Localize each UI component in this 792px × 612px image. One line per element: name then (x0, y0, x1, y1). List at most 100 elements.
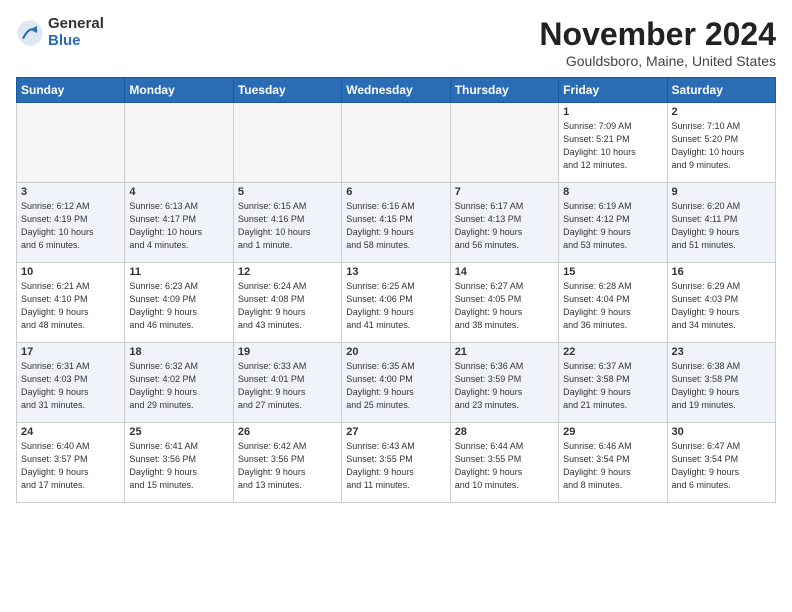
day-number: 20 (346, 346, 445, 358)
page-header: General Blue November 2024 Gouldsboro, M… (16, 16, 776, 69)
calendar-day-cell: 27Sunrise: 6:43 AM Sunset: 3:55 PM Dayli… (342, 423, 450, 503)
logo: General Blue (16, 16, 104, 49)
day-number: 18 (129, 346, 228, 358)
calendar-day-cell: 30 Sunrise: 6:47 AM Sunset: 3:54 PM Dayli… (667, 423, 775, 503)
calendar-day-cell: 6 Sunrise: 6:16 AM Sunset: 4:15 PM Daylig… (342, 183, 450, 263)
day-number: 5 (238, 186, 337, 198)
day-number: 28 (455, 426, 554, 438)
calendar-day-cell: 15 Sunrise: 6:28 AM Sunset: 4:04 PM Dayli… (559, 263, 667, 343)
day-number: 19 (238, 346, 337, 358)
weekday-header-saturday: Saturday (667, 78, 775, 103)
day-number: 10 (21, 266, 120, 278)
calendar-day-cell: 22 Sunrise: 6:37 AM Sunset: 3:58 PM Dayli… (559, 343, 667, 423)
day-number: 9 (672, 186, 771, 198)
calendar-day-cell: 24 Sunrise: 6:40 AM Sunset: 3:57 PM Dayli… (17, 423, 125, 503)
day-number: 11 (129, 266, 228, 278)
day-info: Sunrise: 6:13 AM Sunset: 4:17 PM Dayligh… (129, 200, 228, 252)
calendar-day-cell (342, 103, 450, 183)
calendar-day-cell: 19 Sunrise: 6:33 AM Sunset: 4:01 PM Dayli… (233, 343, 341, 423)
day-info: Sunrise: 6:37 AM Sunset: 3:58 PM Dayligh… (563, 360, 662, 412)
weekday-header-tuesday: Tuesday (233, 78, 341, 103)
calendar-week-row: 3Sunrise: 6:12 AM Sunset: 4:19 PM Daylig… (17, 183, 776, 263)
day-number: 2 (672, 106, 771, 118)
day-info: Sunrise: 6:31 AM Sunset: 4:03 PM Dayligh… (21, 360, 120, 412)
day-info: Sunrise: 6:21 AM Sunset: 4:10 PM Dayligh… (21, 280, 120, 332)
day-info: Sunrise: 6:36 AM Sunset: 3:59 PM Dayligh… (455, 360, 554, 412)
calendar-day-cell: 17 Sunrise: 6:31 AM Sunset: 4:03 PM Dayli… (17, 343, 125, 423)
day-info: Sunrise: 6:46 AM Sunset: 3:54 PM Dayligh… (563, 440, 662, 492)
calendar-table: SundayMondayTuesdayWednesdayThursdayFrid… (16, 77, 776, 503)
calendar-day-cell: 1 Sunrise: 7:09 AM Sunset: 5:21 PM Daylig… (559, 103, 667, 183)
calendar-day-cell: 8Sunrise: 6:19 AM Sunset: 4:12 PM Daylig… (559, 183, 667, 263)
calendar-day-cell: 2 Sunrise: 7:10 AM Sunset: 5:20 PM Daylig… (667, 103, 775, 183)
title-block: November 2024 Gouldsboro, Maine, United … (539, 16, 776, 69)
day-info: Sunrise: 7:09 AM Sunset: 5:21 PM Dayligh… (563, 120, 662, 172)
calendar-day-cell: 4 Sunrise: 6:13 AM Sunset: 4:17 PM Daylig… (125, 183, 233, 263)
day-info: Sunrise: 6:40 AM Sunset: 3:57 PM Dayligh… (21, 440, 120, 492)
day-info: Sunrise: 6:16 AM Sunset: 4:15 PM Dayligh… (346, 200, 445, 252)
day-info: Sunrise: 6:41 AM Sunset: 3:56 PM Dayligh… (129, 440, 228, 492)
day-number: 21 (455, 346, 554, 358)
weekday-header-friday: Friday (559, 78, 667, 103)
day-number: 14 (455, 266, 554, 278)
day-info: Sunrise: 6:28 AM Sunset: 4:04 PM Dayligh… (563, 280, 662, 332)
weekday-header-monday: Monday (125, 78, 233, 103)
calendar-day-cell: 11 Sunrise: 6:23 AM Sunset: 4:09 PM Dayli… (125, 263, 233, 343)
calendar-day-cell: 26 Sunrise: 6:42 AM Sunset: 3:56 PM Dayli… (233, 423, 341, 503)
day-number: 15 (563, 266, 662, 278)
day-number: 23 (672, 346, 771, 358)
location: Gouldsboro, Maine, United States (539, 53, 776, 69)
calendar-day-cell: 29 Sunrise: 6:46 AM Sunset: 3:54 PM Dayli… (559, 423, 667, 503)
calendar-day-cell: 5Sunrise: 6:15 AM Sunset: 4:16 PM Daylig… (233, 183, 341, 263)
day-info: Sunrise: 6:27 AM Sunset: 4:05 PM Dayligh… (455, 280, 554, 332)
day-info: Sunrise: 6:42 AM Sunset: 3:56 PM Dayligh… (238, 440, 337, 492)
day-info: Sunrise: 6:35 AM Sunset: 4:00 PM Dayligh… (346, 360, 445, 412)
day-number: 22 (563, 346, 662, 358)
calendar-day-cell (125, 103, 233, 183)
month-title: November 2024 (539, 16, 776, 53)
day-info: Sunrise: 6:47 AM Sunset: 3:54 PM Dayligh… (672, 440, 771, 492)
weekday-header-sunday: Sunday (17, 78, 125, 103)
day-number: 12 (238, 266, 337, 278)
day-number: 24 (21, 426, 120, 438)
calendar-day-cell: 10 Sunrise: 6:21 AM Sunset: 4:10 PM Dayli… (17, 263, 125, 343)
calendar-day-cell: 14 Sunrise: 6:27 AM Sunset: 4:05 PM Dayli… (450, 263, 558, 343)
day-number: 6 (346, 186, 445, 198)
calendar-day-cell: 7Sunrise: 6:17 AM Sunset: 4:13 PM Daylig… (450, 183, 558, 263)
calendar-day-cell: 3Sunrise: 6:12 AM Sunset: 4:19 PM Daylig… (17, 183, 125, 263)
calendar-day-cell (450, 103, 558, 183)
calendar-day-cell: 21 Sunrise: 6:36 AM Sunset: 3:59 PM Dayli… (450, 343, 558, 423)
calendar-day-cell: 23Sunrise: 6:38 AM Sunset: 3:58 PM Dayli… (667, 343, 775, 423)
day-info: Sunrise: 6:29 AM Sunset: 4:03 PM Dayligh… (672, 280, 771, 332)
calendar-week-row: 17 Sunrise: 6:31 AM Sunset: 4:03 PM Dayli… (17, 343, 776, 423)
day-info: Sunrise: 6:25 AM Sunset: 4:06 PM Dayligh… (346, 280, 445, 332)
day-info: Sunrise: 7:10 AM Sunset: 5:20 PM Dayligh… (672, 120, 771, 172)
day-info: Sunrise: 6:23 AM Sunset: 4:09 PM Dayligh… (129, 280, 228, 332)
day-number: 17 (21, 346, 120, 358)
calendar-week-row: 1 Sunrise: 7:09 AM Sunset: 5:21 PM Daylig… (17, 103, 776, 183)
day-info: Sunrise: 6:12 AM Sunset: 4:19 PM Dayligh… (21, 200, 120, 252)
calendar-day-cell: 20 Sunrise: 6:35 AM Sunset: 4:00 PM Dayli… (342, 343, 450, 423)
calendar-day-cell: 28 Sunrise: 6:44 AM Sunset: 3:55 PM Dayli… (450, 423, 558, 503)
weekday-header-wednesday: Wednesday (342, 78, 450, 103)
day-number: 1 (563, 106, 662, 118)
calendar-day-cell (17, 103, 125, 183)
day-info: Sunrise: 6:33 AM Sunset: 4:01 PM Dayligh… (238, 360, 337, 412)
day-number: 7 (455, 186, 554, 198)
calendar-header-row: SundayMondayTuesdayWednesdayThursdayFrid… (17, 78, 776, 103)
calendar-week-row: 10 Sunrise: 6:21 AM Sunset: 4:10 PM Dayli… (17, 263, 776, 343)
day-info: Sunrise: 6:44 AM Sunset: 3:55 PM Dayligh… (455, 440, 554, 492)
day-number: 27 (346, 426, 445, 438)
day-number: 29 (563, 426, 662, 438)
day-info: Sunrise: 6:32 AM Sunset: 4:02 PM Dayligh… (129, 360, 228, 412)
day-number: 30 (672, 426, 771, 438)
day-number: 26 (238, 426, 337, 438)
calendar-day-cell: 12Sunrise: 6:24 AM Sunset: 4:08 PM Dayli… (233, 263, 341, 343)
day-number: 13 (346, 266, 445, 278)
day-number: 8 (563, 186, 662, 198)
calendar-day-cell (233, 103, 341, 183)
day-number: 4 (129, 186, 228, 198)
calendar-day-cell: 16Sunrise: 6:29 AM Sunset: 4:03 PM Dayli… (667, 263, 775, 343)
day-number: 25 (129, 426, 228, 438)
day-info: Sunrise: 6:20 AM Sunset: 4:11 PM Dayligh… (672, 200, 771, 252)
